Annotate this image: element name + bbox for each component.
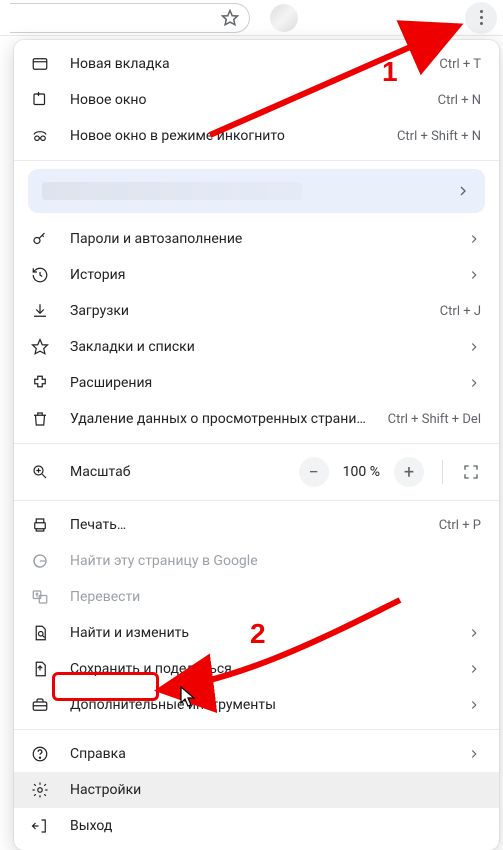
menu-item-label: Настройки	[70, 782, 481, 798]
download-icon	[30, 301, 50, 321]
bookmark-star-icon[interactable]	[221, 9, 239, 27]
menu-history[interactable]: История	[14, 257, 499, 293]
profile-avatar[interactable]	[270, 4, 298, 32]
chevron-right-icon	[467, 662, 481, 676]
menu-item-label: Найти и изменить	[70, 625, 447, 641]
help-icon	[30, 744, 50, 764]
chevron-right-icon	[467, 698, 481, 712]
chevron-right-icon	[467, 376, 481, 390]
menu-downloads[interactable]: Загрузки Ctrl + J	[14, 293, 499, 329]
menu-item-label: Новое окно в режиме инкогнито	[70, 128, 377, 144]
menu-settings[interactable]: Настройки	[14, 772, 499, 808]
browser-toolbar	[0, 0, 503, 36]
find-in-page-icon	[30, 623, 50, 643]
menu-item-label: Справка	[70, 746, 447, 762]
chevron-right-icon	[467, 232, 481, 246]
menu-item-label: Пароли и автозаполнение	[70, 231, 447, 247]
menu-item-shortcut: Ctrl + Shift + Del	[388, 412, 481, 427]
chevron-right-icon	[467, 626, 481, 640]
menu-print[interactable]: Печать… Ctrl + P	[14, 507, 499, 543]
zoom-out-button[interactable]: −	[299, 457, 329, 487]
menu-item-label: Новая вкладка	[70, 56, 419, 72]
menu-separator	[14, 729, 499, 730]
menu-help[interactable]: Справка	[14, 736, 499, 772]
menu-item-label: Новое окно	[70, 92, 418, 108]
chevron-right-icon	[455, 183, 471, 199]
menu-separator	[14, 500, 499, 501]
gear-icon	[30, 780, 50, 800]
menu-item-shortcut: Ctrl + Shift + N	[397, 129, 481, 144]
menu-exit[interactable]: Выход	[14, 808, 499, 844]
key-icon	[30, 229, 50, 249]
menu-more-tools[interactable]: Дополнительные инструменты	[14, 687, 499, 723]
menu-item-shortcut: Ctrl + J	[440, 304, 481, 319]
share-icon	[30, 659, 50, 679]
menu-item-label: Выход	[70, 818, 481, 834]
menu-incognito[interactable]: Новое окно в режиме инкогнито Ctrl + Shi…	[14, 118, 499, 154]
menu-extensions[interactable]: Расширения	[14, 365, 499, 401]
menu-new-tab[interactable]: Новая вкладка Ctrl + T	[14, 46, 499, 82]
menu-item-label: Печать…	[70, 517, 419, 533]
kebab-menu-button[interactable]	[465, 2, 497, 34]
account-placeholder	[42, 182, 302, 200]
chevron-right-icon	[467, 268, 481, 282]
menu-item-label: Перевести	[70, 589, 481, 605]
zoom-icon	[30, 463, 50, 481]
menu-clear-data[interactable]: Удаление данных о просмотренных страница…	[14, 401, 499, 437]
menu-item-label: Загрузки	[70, 303, 420, 319]
chevron-right-icon	[467, 340, 481, 354]
chevron-right-icon	[467, 747, 481, 761]
google-icon	[30, 551, 50, 571]
menu-bookmarks[interactable]: Закладки и списки	[14, 329, 499, 365]
print-icon	[30, 515, 50, 535]
menu-passwords[interactable]: Пароли и автозаполнение	[14, 221, 499, 257]
menu-zoom: Масштаб − 100 % +	[14, 450, 499, 494]
menu-separator	[14, 160, 499, 161]
incognito-icon	[30, 126, 50, 146]
menu-save-share[interactable]: Сохранить и поделиться	[14, 651, 499, 687]
menu-new-window[interactable]: Новое окно Ctrl + N	[14, 82, 499, 118]
zoom-label: Масштаб	[70, 464, 279, 480]
menu-item-label: Дополнительные инструменты	[70, 697, 447, 713]
fullscreen-button[interactable]	[457, 458, 485, 486]
translate-icon	[30, 587, 50, 607]
menu-item-shortcut: Ctrl + T	[439, 57, 481, 72]
trash-icon	[30, 409, 50, 429]
menu-translate: Перевести	[14, 579, 499, 615]
menu-item-label: Расширения	[70, 375, 447, 391]
zoom-in-button[interactable]: +	[394, 457, 424, 487]
extension-icon	[30, 373, 50, 393]
new-tab-icon	[30, 54, 50, 74]
menu-find-edit[interactable]: Найти и изменить	[14, 615, 499, 651]
menu-item-label: История	[70, 267, 447, 283]
menu-find-google: Найти эту страницу в Google	[14, 543, 499, 579]
bookmark-icon	[30, 337, 50, 357]
omnibox[interactable]	[10, 3, 250, 33]
toolbox-icon	[30, 695, 50, 715]
divider	[442, 460, 443, 484]
menu-item-label: Закладки и списки	[70, 339, 447, 355]
menu-item-label: Сохранить и поделиться	[70, 661, 447, 677]
new-window-icon	[30, 90, 50, 110]
account-chip[interactable]	[28, 169, 485, 213]
history-icon	[30, 265, 50, 285]
chrome-menu: Новая вкладка Ctrl + T Новое окно Ctrl +…	[14, 40, 499, 850]
exit-icon	[30, 816, 50, 836]
menu-item-label: Найти эту страницу в Google	[70, 553, 481, 569]
menu-item-label: Удаление данных о просмотренных страница…	[70, 411, 368, 427]
menu-item-shortcut: Ctrl + N	[438, 93, 481, 108]
menu-separator	[14, 443, 499, 444]
zoom-value: 100 %	[343, 464, 380, 480]
menu-item-shortcut: Ctrl + P	[439, 518, 481, 533]
